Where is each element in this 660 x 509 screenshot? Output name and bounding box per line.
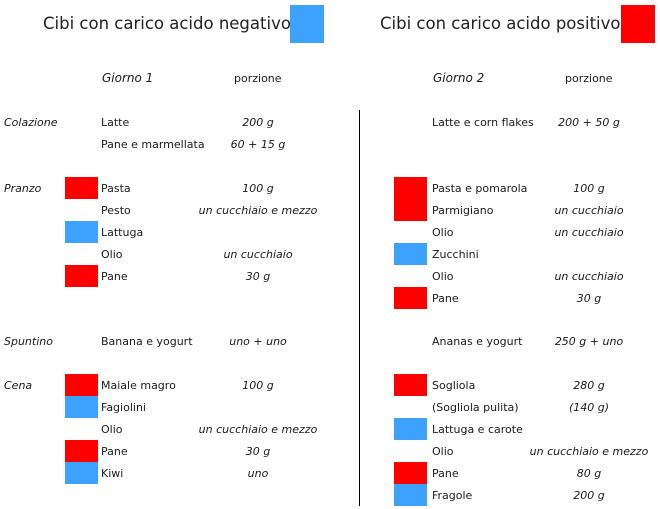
legend-positive-swatch <box>621 5 655 43</box>
portion-value: 30 g <box>245 445 271 458</box>
meal-label-colazione: Colazione <box>4 116 58 129</box>
food-item: Olio <box>101 423 123 436</box>
portion-value: (140 g) <box>568 401 610 414</box>
food-item: Fragole <box>432 489 473 502</box>
food-item: Pane <box>101 270 128 283</box>
portion-value: uno + uno <box>229 335 287 348</box>
portion-value: un cucchiaio e mezzo <box>198 423 318 436</box>
positive-acid-marker <box>394 177 427 199</box>
negative-acid-marker <box>65 396 98 418</box>
portion-value: 30 g <box>576 292 602 305</box>
negative-acid-marker <box>394 484 427 506</box>
positive-acid-marker <box>65 374 98 396</box>
food-item: Kiwi <box>101 467 124 480</box>
food-item: Maiale magro <box>101 379 176 392</box>
portion-value: 100 g <box>242 182 274 195</box>
portion-value: 200 + 50 g <box>558 116 620 129</box>
food-item: Pane <box>101 445 128 458</box>
legend-negative-swatch <box>290 5 324 43</box>
negative-acid-marker <box>394 418 427 440</box>
day1-title: Giorno 1 <box>102 71 154 85</box>
food-item: Lattuga e carote <box>432 423 523 436</box>
day1-portion-header: porzione <box>234 72 282 85</box>
portion-value: 100 g <box>242 379 274 392</box>
negative-acid-marker <box>65 462 98 484</box>
positive-acid-marker <box>394 287 427 309</box>
day2-portion-header: porzione <box>565 72 613 85</box>
food-item: Pane <box>432 292 459 305</box>
portion-value: un cucchiaio <box>554 226 624 239</box>
portion-value: un cucchiaio e mezzo <box>529 445 649 458</box>
food-item: Latte <box>101 116 130 129</box>
day-divider <box>359 110 360 506</box>
meal-label-spuntino: Spuntino <box>4 335 53 348</box>
portion-value: 30 g <box>245 270 271 283</box>
negative-acid-marker <box>65 221 98 243</box>
food-item: Olio <box>432 445 454 458</box>
meal-label-pranzo: Pranzo <box>4 182 42 195</box>
day2-title: Giorno 2 <box>433 71 485 85</box>
positive-acid-marker <box>65 440 98 462</box>
portion-value: un cucchiaio e mezzo <box>198 204 318 217</box>
portion-value: 250 g + uno <box>554 335 624 348</box>
positive-acid-marker <box>65 265 98 287</box>
positive-acid-marker <box>65 177 98 199</box>
food-item: Olio <box>432 226 454 239</box>
portion-value: 100 g <box>573 182 605 195</box>
portion-value: 200 g <box>573 489 605 502</box>
food-item: Pane <box>432 467 459 480</box>
positive-acid-marker <box>394 374 427 396</box>
portion-value: 280 g <box>573 379 605 392</box>
portion-value: 60 + 15 g <box>230 138 286 151</box>
portion-value: 80 g <box>576 467 602 480</box>
food-item: Olio <box>432 270 454 283</box>
portion-value: un cucchiaio <box>554 204 624 217</box>
legend-positive-label: Cibi con carico acido positivo <box>380 14 621 33</box>
food-item: Lattuga <box>101 226 144 239</box>
food-item: Olio <box>101 248 123 261</box>
portion-value: 200 g <box>242 116 274 129</box>
food-item: Fagiolini <box>101 401 146 414</box>
food-item: Parmigiano <box>432 204 494 217</box>
legend-negative-label: Cibi con carico acido negativo <box>43 14 291 33</box>
food-item: Sogliola <box>432 379 476 392</box>
food-item: (Sogliola pulita) <box>432 401 519 414</box>
portion-value: uno <box>247 467 269 480</box>
meal-label-cena: Cena <box>4 379 33 392</box>
positive-acid-marker <box>394 462 427 484</box>
portion-value: un cucchiaio <box>223 248 293 261</box>
positive-acid-marker <box>394 199 427 221</box>
food-item: Zucchini <box>432 248 479 261</box>
portion-value: un cucchiaio <box>554 270 624 283</box>
negative-acid-marker <box>394 243 427 265</box>
food-item: Pesto <box>101 204 131 217</box>
food-item: Pasta <box>101 182 131 195</box>
